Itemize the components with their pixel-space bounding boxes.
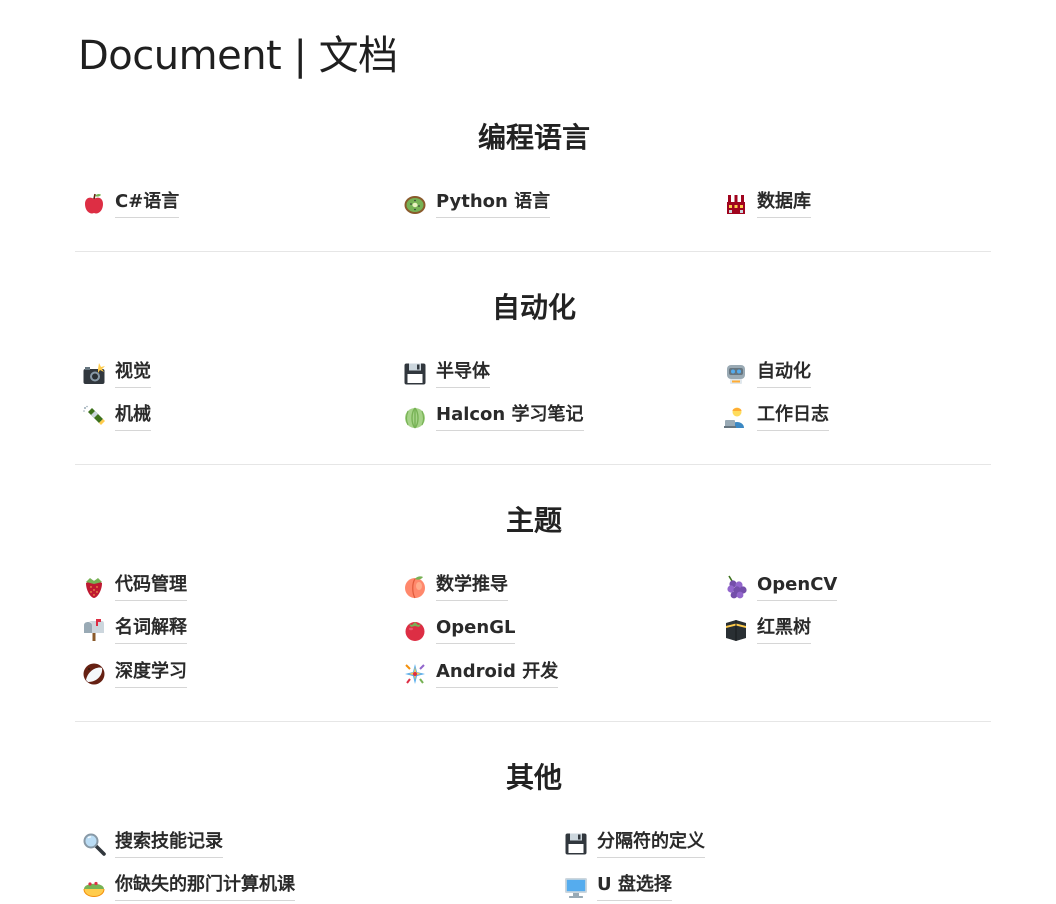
- link-deep-learning[interactable]: 深度学习: [82, 657, 187, 691]
- link-database[interactable]: 数据库: [724, 187, 811, 221]
- grapes-icon: [727, 575, 747, 599]
- technologist-icon: [724, 407, 744, 428]
- link-vision[interactable]: 视觉: [82, 357, 151, 391]
- factory-icon: [727, 195, 745, 214]
- link-label: 数据库: [757, 190, 811, 218]
- melon-icon: [405, 407, 425, 429]
- link-usb-drive-choice[interactable]: U 盘选择: [564, 870, 672, 904]
- link-label: OpenGL: [436, 616, 516, 644]
- link-label: 自动化: [757, 360, 811, 388]
- link-mechanical[interactable]: 机械: [82, 400, 151, 434]
- link-label: 数学推导: [436, 573, 508, 601]
- link-label: U 盘选择: [597, 873, 672, 901]
- link-label: 机械: [115, 403, 151, 431]
- champagne-icon: [83, 405, 105, 425]
- tomato-icon: [405, 622, 425, 641]
- section-title-others: 其他: [505, 761, 562, 794]
- link-label: 名词解释: [115, 616, 187, 644]
- pinata-icon: [405, 664, 425, 684]
- magnifier-icon: [83, 833, 106, 856]
- link-red-black-tree[interactable]: 红黑树: [724, 613, 811, 647]
- section-title-programming: 编程语言: [477, 121, 590, 154]
- kiwi-icon: [404, 196, 426, 214]
- camera-flash-icon: [83, 363, 105, 384]
- floppy-disk-icon: [404, 363, 426, 385]
- link-label: 分隔符的定义: [597, 830, 705, 858]
- link-label: Python 语言: [436, 190, 551, 218]
- apple-icon: [85, 193, 103, 214]
- link-label: 深度学习: [115, 660, 187, 688]
- link-label: 视觉: [115, 360, 151, 388]
- section-title-automation: 自动化: [491, 291, 576, 324]
- link-python[interactable]: Python 语言: [403, 187, 551, 221]
- link-label: OpenCV: [757, 573, 838, 601]
- link-halcon[interactable]: Halcon 学习笔记: [403, 400, 584, 434]
- link-semiconductor[interactable]: 半导体: [403, 357, 490, 391]
- coconut-icon: [83, 663, 105, 685]
- taco-icon: [83, 881, 105, 897]
- computer-icon: [565, 878, 587, 898]
- link-label: Android 开发: [436, 660, 559, 688]
- strawberry-icon: [86, 578, 102, 598]
- link-search-skills[interactable]: 搜索技能记录: [82, 827, 223, 861]
- link-label: 代码管理: [115, 573, 187, 601]
- link-opengl[interactable]: OpenGL: [403, 613, 516, 647]
- link-label: 红黑树: [757, 616, 811, 644]
- link-label: 工作日志: [757, 403, 829, 431]
- divider: [75, 251, 991, 252]
- link-csharp[interactable]: C#语言: [82, 187, 180, 221]
- link-missing-cs-course[interactable]: 你缺失的那门计算机课: [82, 870, 295, 904]
- link-glossary[interactable]: 名词解释: [82, 613, 187, 647]
- link-opencv[interactable]: OpenCV: [724, 570, 838, 604]
- link-code-management[interactable]: 代码管理: [82, 570, 187, 604]
- page-title: Document | 文档: [78, 33, 398, 79]
- link-separator-definition[interactable]: 分隔符的定义: [564, 827, 705, 861]
- link-label: C#语言: [115, 190, 180, 218]
- mailbox-icon: [84, 619, 104, 641]
- divider: [75, 464, 991, 465]
- link-android-dev[interactable]: Android 开发: [403, 657, 559, 691]
- peach-icon: [405, 576, 425, 599]
- kaaba-icon: [726, 620, 746, 641]
- section-title-topics: 主题: [505, 504, 562, 537]
- divider: [75, 721, 991, 722]
- link-automation[interactable]: 自动化: [724, 357, 811, 391]
- link-label: 半导体: [436, 360, 490, 388]
- link-worklog[interactable]: 工作日志: [724, 400, 829, 434]
- floppy-disk-icon: [565, 833, 587, 855]
- link-label: 搜索技能记录: [115, 830, 223, 858]
- link-math-derivation[interactable]: 数学推导: [403, 570, 508, 604]
- robot-icon: [727, 365, 745, 384]
- link-label: Halcon 学习笔记: [436, 403, 584, 431]
- link-label: 你缺失的那门计算机课: [115, 873, 295, 901]
